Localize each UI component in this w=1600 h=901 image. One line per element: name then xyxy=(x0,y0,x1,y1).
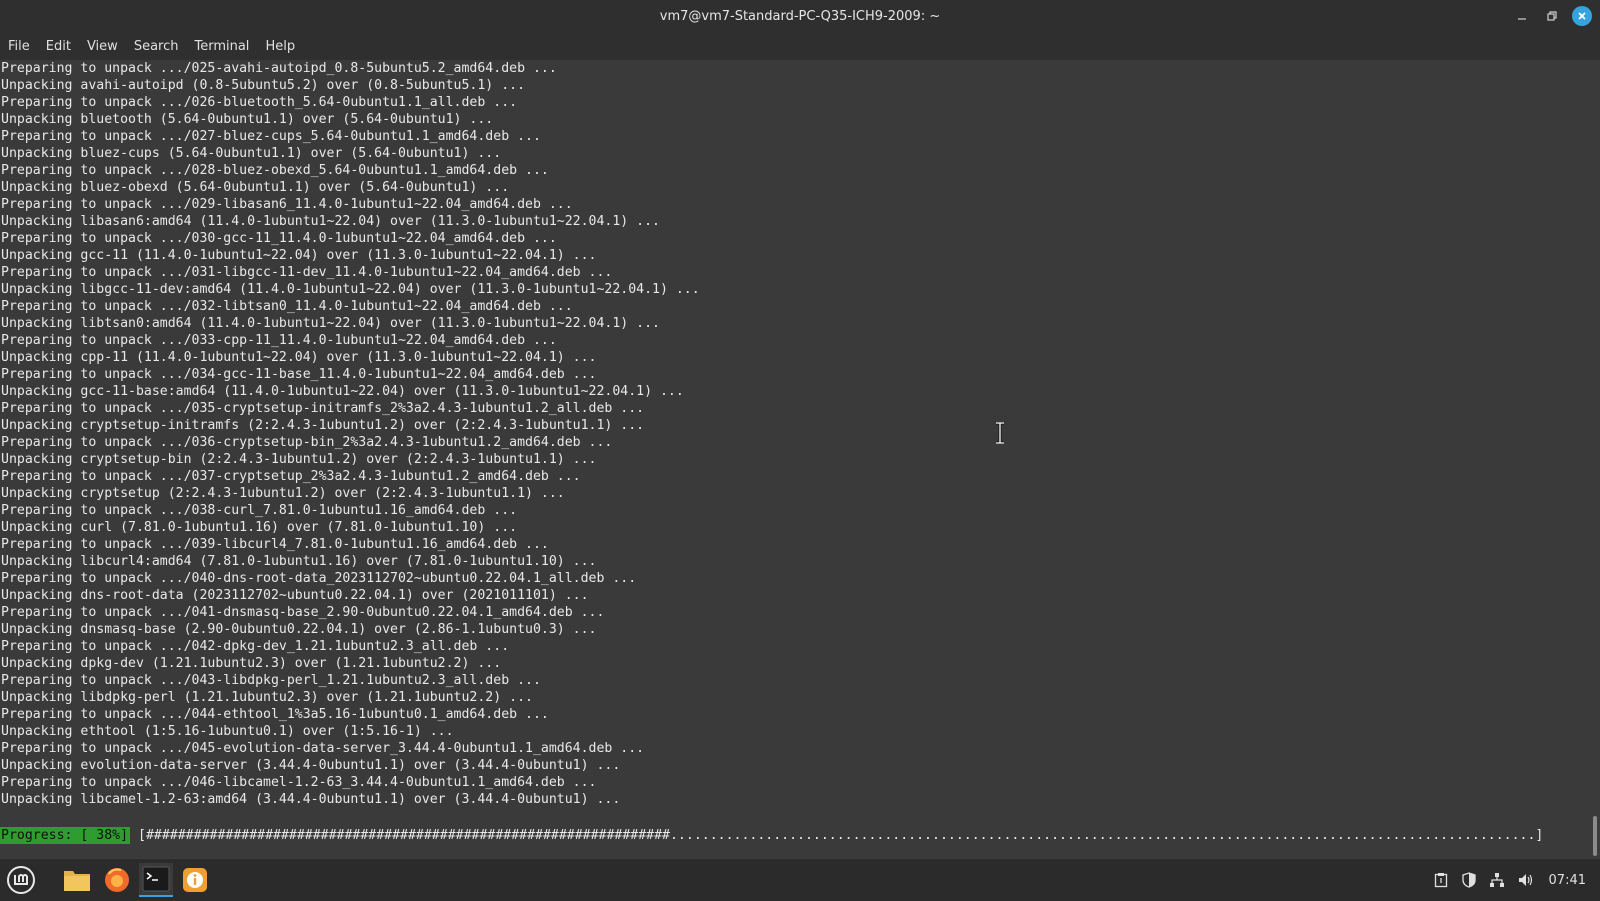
terminal-line: Preparing to unpack .../044-ethtool_1%3a… xyxy=(1,707,549,722)
terminal-line: Preparing to unpack .../028-bluez-obexd_… xyxy=(1,163,549,178)
terminal-line: Preparing to unpack .../031-libgcc-11-de… xyxy=(1,265,613,280)
terminal-line: Preparing to unpack .../030-gcc-11_11.4.… xyxy=(1,231,557,246)
menu-file[interactable]: File xyxy=(0,33,38,60)
terminal-line: Preparing to unpack .../040-dns-root-dat… xyxy=(1,571,637,586)
terminal-line: Preparing to unpack .../042-dpkg-dev_1.2… xyxy=(1,639,510,654)
terminal-line: Unpacking libcurl4:amd64 (7.81.0-1ubuntu… xyxy=(1,554,597,569)
taskbar-update-manager[interactable] xyxy=(178,863,212,897)
menu-button[interactable] xyxy=(4,863,38,897)
terminal-line: Unpacking cryptsetup-bin (2:2.4.3-1ubunt… xyxy=(1,452,597,467)
terminal-line: Unpacking avahi-autoipd (0.8-5ubuntu5.2)… xyxy=(1,78,526,93)
terminal-line: Preparing to unpack .../039-libcurl4_7.8… xyxy=(1,537,549,552)
clock[interactable]: 07:41 xyxy=(1549,873,1586,888)
terminal-line: Preparing to unpack .../037-cryptsetup_2… xyxy=(1,469,581,484)
terminal-line: Unpacking libcamel-1.2-63:amd64 (3.44.4-… xyxy=(1,792,621,807)
minimize-button[interactable] xyxy=(1512,6,1532,26)
terminal-line: Unpacking libdpkg-perl (1.21.1ubuntu2.3)… xyxy=(1,690,533,705)
terminal-line: Preparing to unpack .../035-cryptsetup-i… xyxy=(1,401,645,416)
terminal-line: Unpacking libtsan0:amd64 (11.4.0-1ubuntu… xyxy=(1,316,660,331)
menu-search[interactable]: Search xyxy=(126,33,187,60)
terminal-line: Unpacking gcc-11-base:amd64 (11.4.0-1ubu… xyxy=(1,384,684,399)
terminal-line: Preparing to unpack .../027-bluez-cups_5… xyxy=(1,129,541,144)
progress-label: Progress: [ 38%] xyxy=(0,827,131,844)
terminal-line: Unpacking gcc-11 (11.4.0-1ubuntu1~22.04)… xyxy=(1,248,597,263)
terminal-line: Unpacking cpp-11 (11.4.0-1ubuntu1~22.04)… xyxy=(1,350,597,365)
menu-help[interactable]: Help xyxy=(257,33,303,60)
terminal-line: Preparing to unpack .../038-curl_7.81.0-… xyxy=(1,503,518,518)
terminal-line: Preparing to unpack .../034-gcc-11-base_… xyxy=(1,367,597,382)
menu-view[interactable]: View xyxy=(79,33,126,60)
terminal-line: Preparing to unpack .../025-avahi-autoip… xyxy=(1,61,557,76)
scrollbar-thumb[interactable] xyxy=(1593,816,1597,856)
terminal-line: Preparing to unpack .../026-bluetooth_5.… xyxy=(1,95,518,110)
terminal-line: Preparing to unpack .../029-libasan6_11.… xyxy=(1,197,573,212)
text-cursor-icon xyxy=(996,422,1004,444)
shield-icon[interactable] xyxy=(1461,872,1477,888)
terminal-line: Unpacking bluez-obexd (5.64-0ubuntu1.1) … xyxy=(1,180,510,195)
menu-terminal[interactable]: Terminal xyxy=(186,33,257,60)
progress-row: Progress: [ 38%] [######################… xyxy=(0,827,1543,844)
terminal-line: Preparing to unpack .../032-libtsan0_11.… xyxy=(1,299,573,314)
system-tray: 07:41 xyxy=(1433,859,1586,901)
menu-edit[interactable]: Edit xyxy=(38,33,79,60)
terminal-line: Unpacking dpkg-dev (1.21.1ubuntu2.3) ove… xyxy=(1,656,502,671)
window-controls xyxy=(1512,6,1592,26)
terminal-line: Preparing to unpack .../036-cryptsetup-b… xyxy=(1,435,613,450)
menu-icon xyxy=(7,866,35,894)
terminal-line: Preparing to unpack .../041-dnsmasq-base… xyxy=(1,605,605,620)
terminal-line: Preparing to unpack .../043-libdpkg-perl… xyxy=(1,673,541,688)
terminal-line: Unpacking bluetooth (5.64-0ubuntu1.1) ov… xyxy=(1,112,494,127)
progress-bar: [#######################################… xyxy=(138,828,1544,843)
taskbar-firefox[interactable] xyxy=(100,863,134,897)
terminal-line: Unpacking dnsmasq-base (2.90-0ubuntu0.22… xyxy=(1,622,597,637)
terminal-scrollbar[interactable] xyxy=(1592,60,1597,858)
menu-bar: File Edit View Search Terminal Help xyxy=(0,33,1600,60)
terminal-output[interactable]: Preparing to unpack .../025-avahi-autoip… xyxy=(0,60,1592,858)
terminal-line: Preparing to unpack .../046-libcamel-1.2… xyxy=(1,775,597,790)
volume-icon[interactable] xyxy=(1517,872,1533,888)
terminal-line: Unpacking evolution-data-server (3.44.4-… xyxy=(1,758,621,773)
taskbar: 07:41 xyxy=(0,858,1600,900)
firefox-icon xyxy=(105,868,129,892)
terminal-lines: Preparing to unpack .../025-avahi-autoip… xyxy=(1,60,700,808)
window-title: vm7@vm7-Standard-PC-Q35-ICH9-2009: ~ xyxy=(659,9,941,24)
terminal-window: vm7@vm7-Standard-PC-Q35-ICH9-2009: ~ Fil… xyxy=(0,0,1600,858)
terminal-line: Unpacking cryptsetup (2:2.4.3-1ubuntu1.2… xyxy=(1,486,565,501)
clipboard-icon[interactable] xyxy=(1433,872,1449,888)
terminal-icon xyxy=(142,866,170,892)
maximize-button[interactable] xyxy=(1542,6,1562,26)
terminal-line: Unpacking bluez-cups (5.64-0ubuntu1.1) o… xyxy=(1,146,502,161)
terminal-line: Unpacking curl (7.81.0-1ubuntu1.16) over… xyxy=(1,520,518,535)
update-manager-icon xyxy=(183,868,207,892)
terminal-line: Unpacking libasan6:amd64 (11.4.0-1ubuntu… xyxy=(1,214,660,229)
terminal-line: Unpacking ethtool (1:5.16-1ubuntu0.1) ov… xyxy=(1,724,454,739)
files-icon xyxy=(64,871,90,891)
restore-icon xyxy=(1547,11,1557,21)
terminal-line: Unpacking dns-root-data (2023112702~ubun… xyxy=(1,588,589,603)
close-icon xyxy=(1578,12,1586,20)
minimize-icon xyxy=(1518,18,1526,20)
terminal-line: Unpacking cryptsetup-initramfs (2:2.4.3-… xyxy=(1,418,645,433)
terminal-line: Preparing to unpack .../045-evolution-da… xyxy=(1,741,645,756)
title-bar[interactable]: vm7@vm7-Standard-PC-Q35-ICH9-2009: ~ xyxy=(0,0,1600,33)
network-icon[interactable] xyxy=(1489,872,1505,888)
close-button[interactable] xyxy=(1572,6,1592,26)
taskbar-files[interactable] xyxy=(60,863,94,897)
terminal-line: Unpacking libgcc-11-dev:amd64 (11.4.0-1u… xyxy=(1,282,700,297)
taskbar-terminal[interactable] xyxy=(139,863,173,897)
terminal-line: Preparing to unpack .../033-cpp-11_11.4.… xyxy=(1,333,557,348)
